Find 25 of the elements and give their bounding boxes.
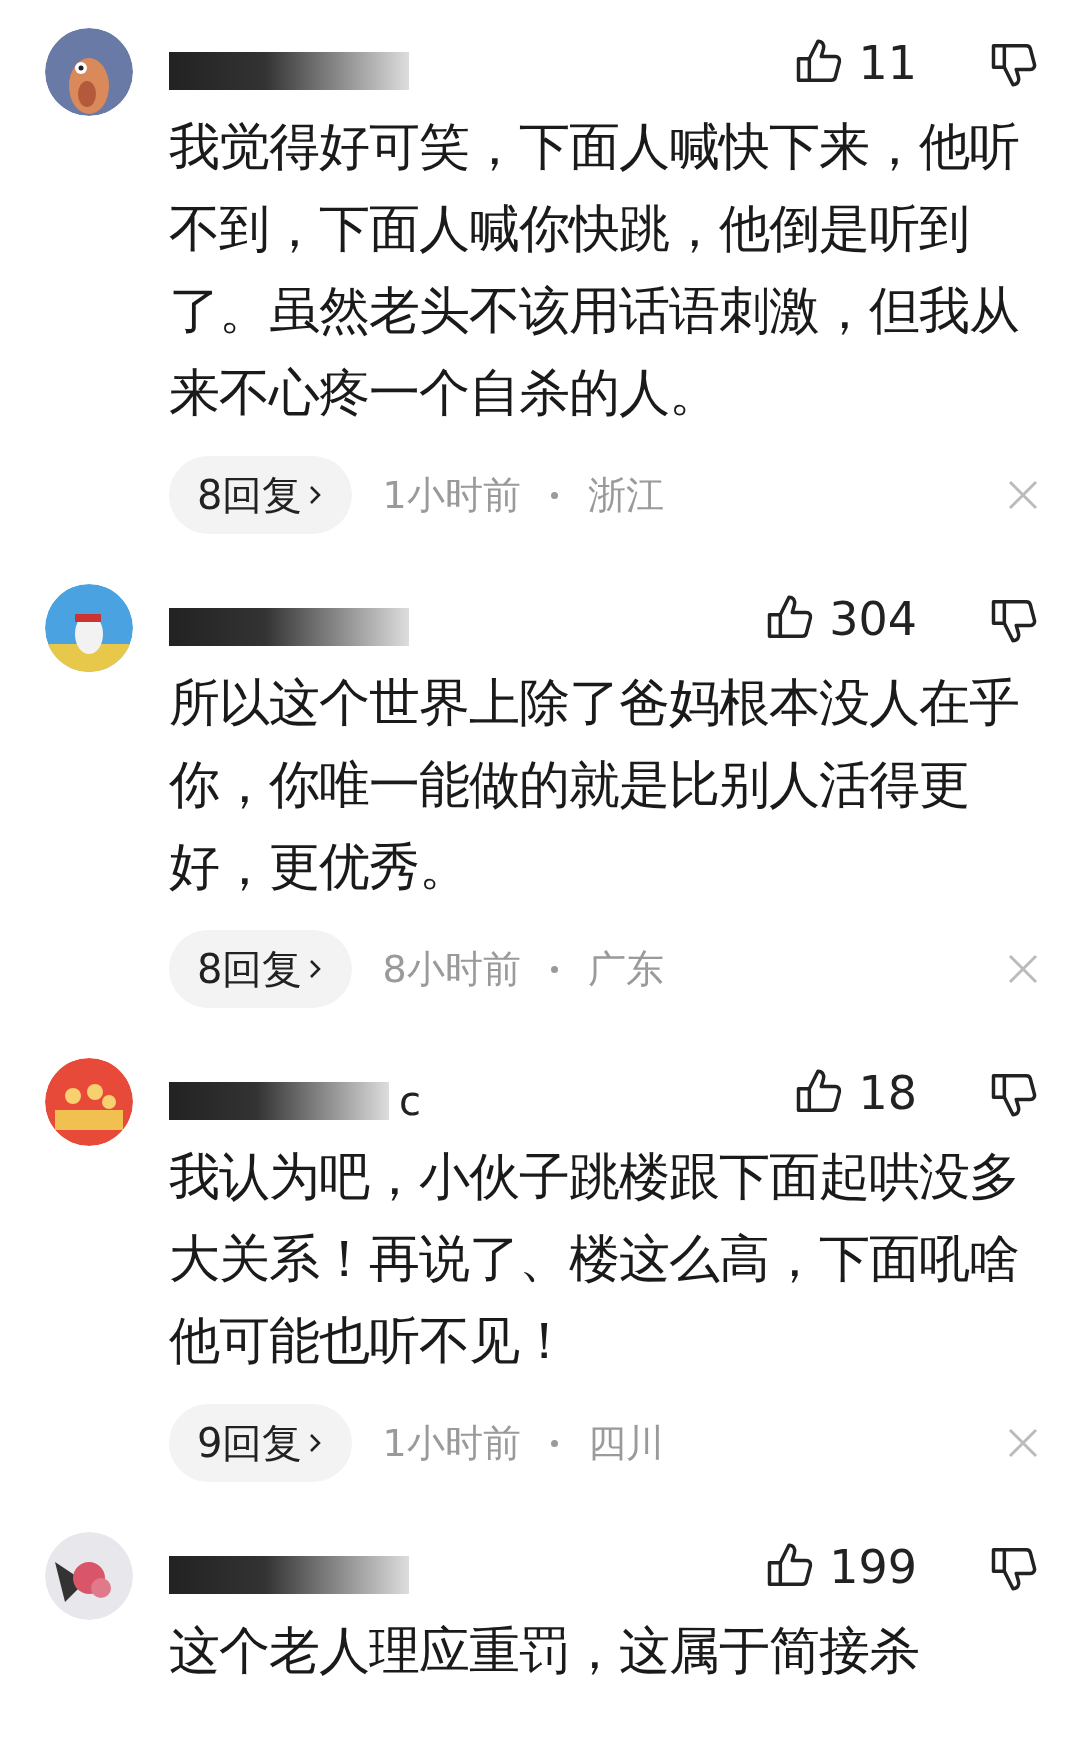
like-button[interactable]: 18 <box>792 1066 917 1120</box>
username-fragment: c <box>399 1078 421 1124</box>
separator-dot <box>550 965 558 973</box>
replies-button[interactable]: 9回复 <box>169 1404 353 1482</box>
comment-time: 1小时前 <box>382 471 521 519</box>
chevron-icon <box>308 484 323 506</box>
like-button[interactable]: 199 <box>763 1540 917 1594</box>
comment-region: 浙江 <box>587 471 664 519</box>
comment-text: 我认为吧，小伙子跳楼跟下面起哄没多大关系！再说了、楼这么高，下面吼啥他可能也听不见！ <box>169 1146 1020 1372</box>
like-button[interactable]: 11 <box>792 36 917 90</box>
comment-region: 四川 <box>587 1419 664 1467</box>
comment-text: 我觉得好可笑，下面人喊快下来，他听不到，下面人喊你快跳，他倒是听到了。虽然老头不该用话语刺激，但我从来不心疼一个自杀的人。 <box>169 116 1020 424</box>
comment-text: 这个老人理应重罚，这属于简接杀 <box>169 1620 920 1682</box>
comment-time: 1小时前 <box>382 1419 521 1467</box>
replies-button[interactable]: 8回复 <box>169 930 353 1008</box>
avatar[interactable] <box>45 1532 133 1620</box>
comment-region: 广东 <box>587 945 664 993</box>
comment-time: 8小时前 <box>382 945 521 993</box>
chevron-icon <box>308 958 323 980</box>
separator-dot <box>550 1439 558 1447</box>
chevron-icon <box>308 1432 323 1454</box>
comment-text: 所以这个世界上除了爸妈根本没人在乎你，你唯一能做的就是比别人活得更好，更优秀。 <box>169 672 1020 898</box>
replies-button[interactable]: 8回复 <box>169 456 353 534</box>
like-button[interactable]: 304 <box>763 592 917 646</box>
separator-dot <box>550 491 558 499</box>
